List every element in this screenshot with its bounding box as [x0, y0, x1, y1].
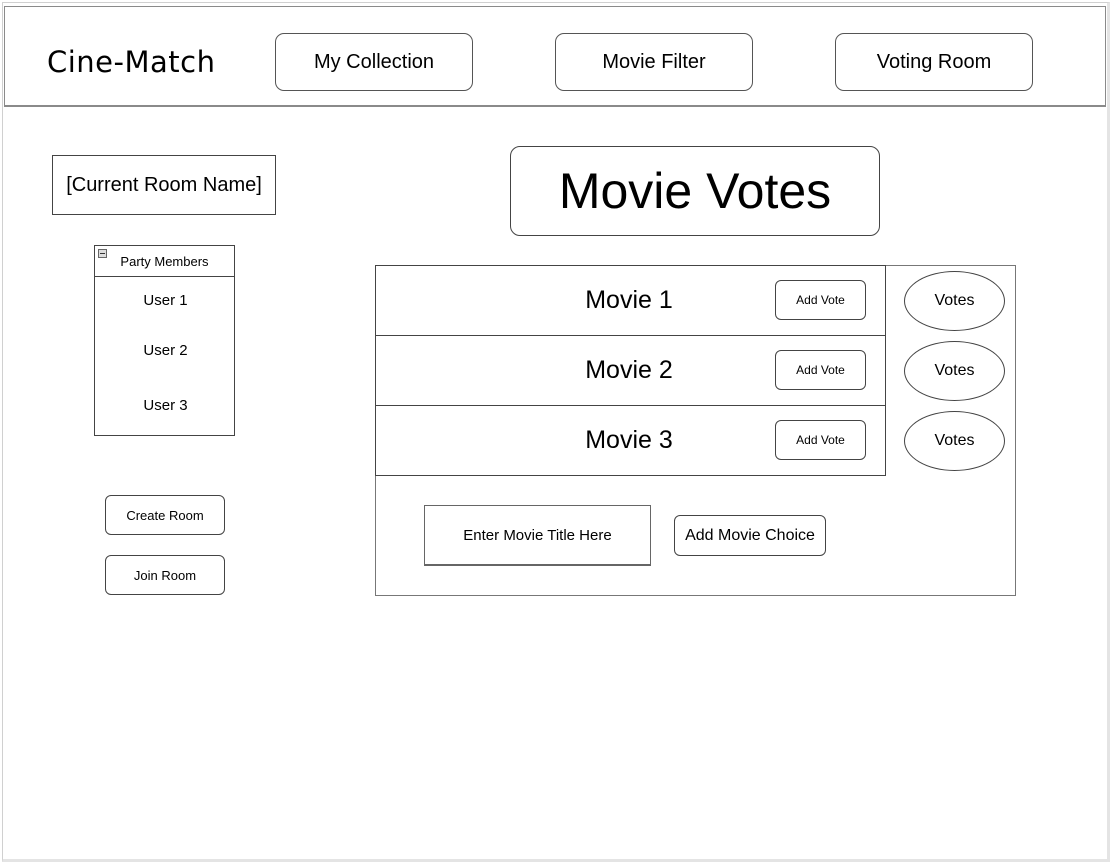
movie-title-input[interactable]: Enter Movie Title Here: [424, 505, 651, 566]
party-members-panel: Party Members User 1 User 2 User 3: [94, 245, 235, 436]
add-movie-choice-button[interactable]: Add Movie Choice: [674, 515, 826, 556]
vote-count-badge: Votes: [904, 411, 1005, 471]
page-title: Movie Votes: [510, 146, 880, 236]
movie-row: Movie 1 Add Vote: [375, 265, 886, 336]
party-member: User 1: [143, 292, 188, 309]
nav-voting-room-button[interactable]: Voting Room: [835, 33, 1033, 91]
current-room-name: [Current Room Name]: [52, 155, 276, 215]
party-member: User 3: [143, 397, 188, 414]
add-vote-button[interactable]: Add Vote: [775, 350, 866, 390]
vote-count-badge: Votes: [904, 341, 1005, 401]
add-vote-button[interactable]: Add Vote: [775, 280, 866, 320]
movie-row: Movie 2 Add Vote: [375, 335, 886, 406]
vote-count-badge: Votes: [904, 271, 1005, 331]
create-room-button[interactable]: Create Room: [105, 495, 225, 535]
nav-movie-filter-button[interactable]: Movie Filter: [555, 33, 753, 91]
add-vote-button[interactable]: Add Vote: [775, 420, 866, 460]
join-room-button[interactable]: Join Room: [105, 555, 225, 595]
app-logo: Cine-Match: [47, 45, 216, 79]
party-members-header: Party Members: [95, 246, 234, 277]
party-member: User 2: [143, 342, 188, 359]
movie-row: Movie 3 Add Vote: [375, 405, 886, 476]
nav-my-collection-button[interactable]: My Collection: [275, 33, 473, 91]
top-nav-bar: Cine-Match My Collection Movie Filter Vo…: [4, 6, 1106, 107]
party-members-title: Party Members: [120, 253, 209, 269]
collapse-icon[interactable]: [98, 249, 107, 258]
